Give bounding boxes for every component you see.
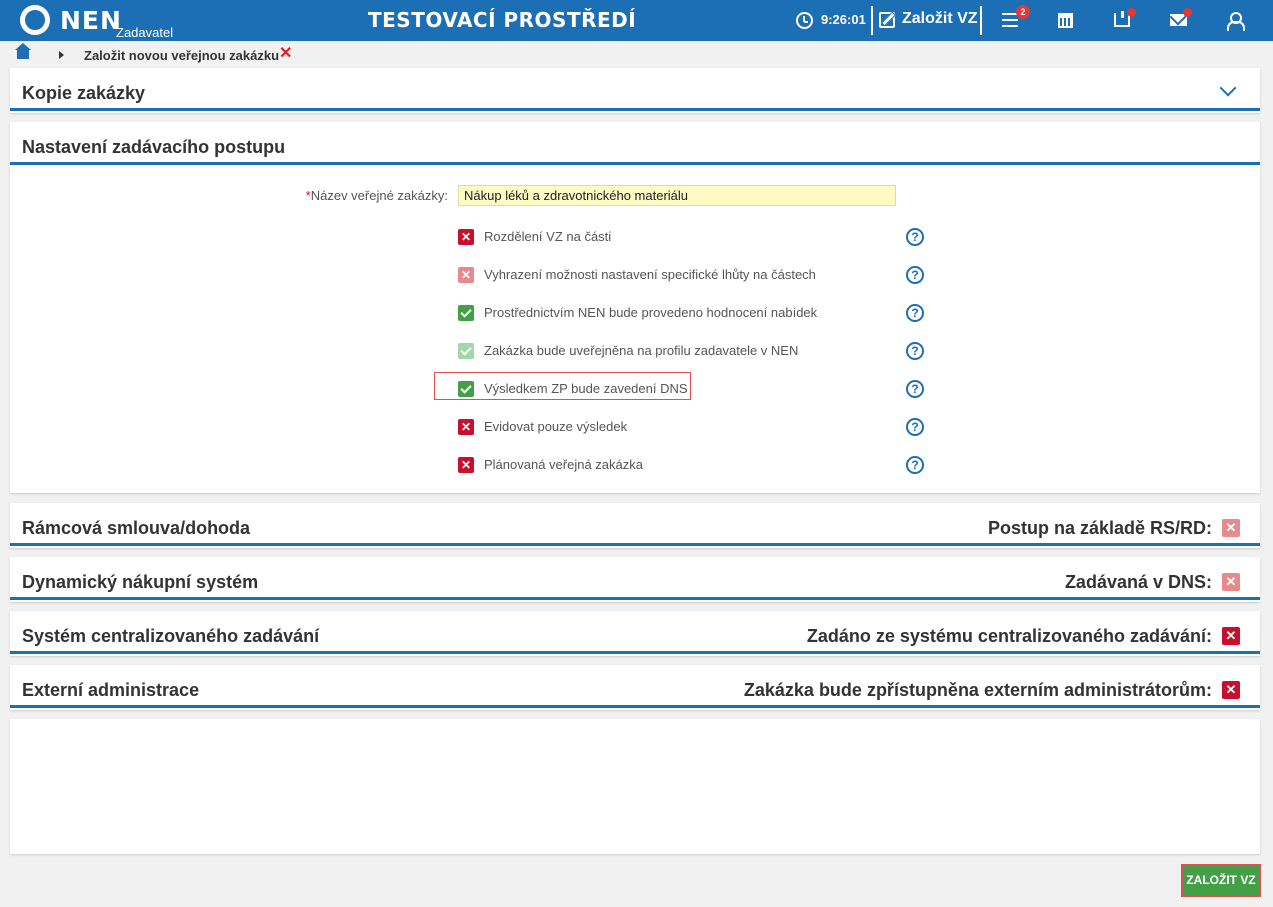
copy-panel-header[interactable]: Kopie zakázky: [10, 68, 1260, 111]
settings-panel-header: Nastavení zadávacího postupu: [10, 122, 1260, 165]
chevron-down-icon[interactable]: [1219, 79, 1237, 97]
option-checkbox-result-only[interactable]: ✕: [458, 419, 474, 435]
framework-toggle-label: Postup na základě RS/RD:: [987, 518, 1212, 538]
edit-icon[interactable]: [879, 12, 895, 28]
close-tab-icon[interactable]: ✕: [279, 46, 292, 62]
external-panel-title: Externí administrace: [22, 680, 200, 700]
option-checkbox-planned[interactable]: ✕: [458, 457, 474, 473]
help-icon[interactable]: ?: [906, 342, 924, 360]
option-checkbox-dns[interactable]: [458, 381, 474, 397]
central-toggle-label: Zadáno ze systému centralizovaného zadáv…: [806, 626, 1212, 646]
option-label: Plánovaná veřejná zakázka: [484, 457, 643, 472]
breadcrumb: Založit novou veřejnou zakázku ✕: [0, 41, 1273, 68]
contract-name-label-text: Název veřejné zakázky:: [310, 188, 448, 203]
framework-panel-header: Rámcová smlouva/dohoda Postup na základě…: [10, 503, 1260, 546]
header-divider: [980, 6, 982, 35]
home-icon[interactable]: [15, 43, 31, 59]
option-checkbox-split-parts[interactable]: ✕: [458, 229, 474, 245]
central-panel-header: Systém centralizovaného zadávání Zadáno …: [10, 611, 1260, 654]
option-label: Výsledkem ZP bude zavedení DNS: [484, 381, 688, 396]
option-checkbox-publish-profile[interactable]: [458, 343, 474, 359]
external-toggle-label: Zakázka bude zpřístupněna externím admin…: [743, 680, 1212, 700]
clock-icon: [796, 12, 813, 29]
empty-content-panel: [10, 719, 1260, 854]
central-panel-title: Systém centralizovaného zadávání: [22, 626, 320, 646]
help-icon[interactable]: ?: [906, 266, 924, 284]
create-vz-link[interactable]: Založit VZ: [902, 10, 978, 28]
breadcrumb-current[interactable]: Založit novou veřejnou zakázku: [84, 48, 279, 63]
calculator-icon[interactable]: [1058, 13, 1073, 28]
dns-toggle-label: Zadávaná v DNS:: [1064, 572, 1212, 592]
help-icon[interactable]: ?: [906, 418, 924, 436]
central-panel: Systém centralizovaného zadávání Zadáno …: [10, 611, 1260, 656]
session-time: 9:26:01: [821, 12, 866, 27]
top-bar: NEN Zadavatel TESTOVACÍ PROSTŘEDÍ 9:26:0…: [0, 0, 1273, 41]
copy-panel: Kopie zakázky: [10, 68, 1260, 113]
help-icon[interactable]: ?: [906, 380, 924, 398]
help-icon[interactable]: ?: [906, 304, 924, 322]
framework-panel-title: Rámcová smlouva/dohoda: [22, 518, 251, 538]
copy-panel-title: Kopie zakázky: [22, 83, 146, 103]
settings-panel-title: Nastavení zadávacího postupu: [22, 137, 286, 157]
dns-toggle-checkbox[interactable]: ✕: [1222, 573, 1240, 591]
option-label: Rozdělení VZ na části: [484, 229, 612, 244]
dns-panel: Dynamický nákupní systém Zadávaná v DNS:…: [10, 557, 1260, 602]
external-panel-header: Externí administrace Zakázka bude zpříst…: [10, 665, 1260, 708]
option-checkbox-evaluation[interactable]: [458, 305, 474, 321]
external-panel: Externí administrace Zakázka bude zpříst…: [10, 665, 1260, 710]
user-icon[interactable]: [1227, 12, 1245, 31]
central-toggle-checkbox[interactable]: ✕: [1222, 627, 1240, 645]
option-label: Vyhrazení možnosti nastavení specifické …: [484, 267, 816, 282]
contract-name-label: *Název veřejné zakázky:: [306, 188, 448, 203]
framework-toggle-checkbox[interactable]: ✕: [1222, 519, 1240, 537]
external-toggle-checkbox[interactable]: ✕: [1222, 681, 1240, 699]
notification-badge: 2: [1016, 5, 1030, 19]
option-label: Prostřednictvím NEN bude provedeno hodno…: [484, 305, 818, 320]
dns-panel-header: Dynamický nákupní systém Zadávaná v DNS:…: [10, 557, 1260, 600]
dns-panel-title: Dynamický nákupní systém: [22, 572, 259, 592]
mail-alert-dot: [1183, 8, 1192, 17]
option-checkbox-specific-deadline[interactable]: ✕: [458, 267, 474, 283]
create-vz-button[interactable]: ZALOŽIT VZ: [1181, 864, 1261, 897]
caret-right-icon: [59, 51, 64, 59]
help-icon[interactable]: ?: [906, 228, 924, 246]
brand-role: Zadavatel: [116, 25, 174, 40]
header-divider: [871, 6, 873, 35]
option-label: Evidovat pouze výsledek: [484, 419, 628, 434]
help-icon[interactable]: ?: [906, 456, 924, 474]
settings-panel: Nastavení zadávacího postupu *Název veře…: [10, 122, 1260, 493]
nen-logo-icon[interactable]: [20, 5, 50, 35]
option-label: Zakázka bude uveřejněna na profilu zadav…: [484, 343, 799, 358]
framework-panel: Rámcová smlouva/dohoda Postup na základě…: [10, 503, 1260, 548]
environment-title: TESTOVACÍ PROSTŘEDÍ: [368, 8, 637, 32]
contract-name-input[interactable]: Nákup léků a zdravotnického materiálu: [458, 185, 896, 206]
brand-name[interactable]: NEN: [60, 6, 122, 35]
inbox-alert-dot: [1127, 8, 1136, 17]
